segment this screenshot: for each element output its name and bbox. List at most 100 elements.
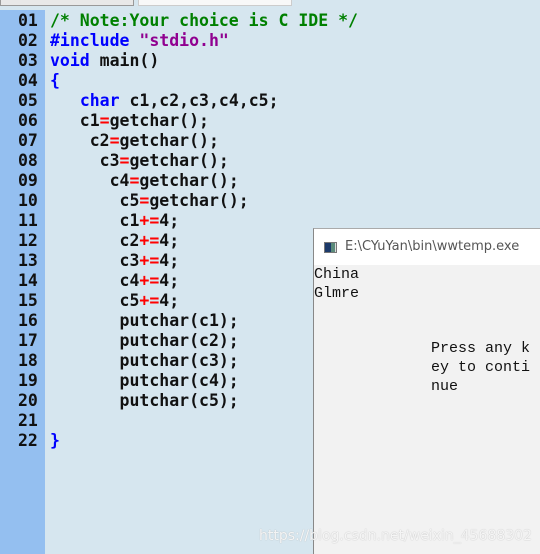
code-token-keyword: }: [50, 431, 60, 450]
line-number: 12: [18, 231, 38, 250]
line-number: 10: [18, 191, 38, 210]
code-line[interactable]: 14 c4+=4;: [0, 271, 313, 291]
code-token-normal: c4: [50, 171, 130, 190]
code-token-normal: getchar();: [139, 171, 239, 190]
code-token-normal: 4;: [159, 271, 180, 290]
code-line[interactable]: 10 c5=getchar();: [0, 191, 313, 211]
code-token-normal: c1: [50, 111, 100, 130]
editor-tab[interactable]: [0, 0, 134, 6]
code-line[interactable]: 12 c2+=4;: [0, 231, 313, 251]
code-line[interactable]: 19 putchar(c4);: [0, 371, 313, 391]
line-number: 08: [18, 151, 38, 170]
code-token-normal: c1,c2,c3,c4,c5;: [119, 91, 279, 110]
line-number: 19: [18, 371, 38, 390]
code-editor[interactable]: 01 /* Note:Your choice is C IDE */ 02 #incl…: [0, 11, 358, 451]
console-title-bar[interactable]: E:\CYuYan\bin\wwtemp.exe: [314, 229, 540, 265]
line-number: 17: [18, 331, 38, 350]
code-token-normal: putchar(c3);: [50, 351, 239, 370]
code-line[interactable]: 15 c5+=4;: [0, 291, 313, 311]
code-token-normal: c5: [50, 291, 140, 310]
code-token-normal: c1: [50, 211, 140, 230]
line-number: 02: [18, 31, 38, 50]
console-prompt: Press any key to continue: [431, 340, 531, 395]
code-line[interactable]: 17 putchar(c2);: [0, 331, 313, 351]
code-line[interactable]: 05 char c1,c2,c3,c4,c5;: [0, 91, 313, 111]
line-number: 06: [18, 111, 38, 130]
code-line[interactable]: 08 c3=getchar();: [0, 151, 313, 171]
code-line[interactable]: 11 c1+=4;: [0, 211, 313, 231]
code-token-normal: getchar();: [109, 111, 209, 130]
code-line[interactable]: 03 void main(): [0, 51, 313, 71]
line-number: 20: [18, 391, 38, 410]
code-token-op: +=: [139, 231, 160, 250]
code-line[interactable]: 04 {: [0, 71, 313, 91]
line-text: putchar(c2);: [50, 331, 239, 351]
line-text: void main(): [50, 51, 159, 71]
line-text: c3+=4;: [50, 251, 180, 271]
line-number: 21: [18, 411, 38, 430]
line-number: 05: [18, 91, 38, 110]
code-line[interactable]: 13 c3+=4;: [0, 251, 313, 271]
watermark: https://blog.csdn.net/weixin_45688302: [258, 528, 532, 544]
code-token-op: =: [99, 111, 110, 130]
code-token-normal: 4;: [159, 231, 180, 250]
code-line[interactable]: 21: [0, 411, 313, 431]
code-token-string: "stdio.h": [139, 31, 229, 50]
line-number: 03: [18, 51, 38, 70]
editor-tab[interactable]: [138, 0, 292, 6]
line-text: putchar(c3);: [50, 351, 239, 371]
code-line[interactable]: 02 #include "stdio.h": [0, 31, 313, 51]
console-app-icon: [324, 241, 337, 253]
code-token-normal: c2: [50, 131, 110, 150]
code-token-keyword: char: [79, 91, 120, 110]
code-token-op: +=: [139, 211, 160, 230]
code-line[interactable]: 16 putchar(c1);: [0, 311, 313, 331]
line-number: 13: [18, 251, 38, 270]
code-token-op: +=: [139, 251, 160, 270]
console-output-line: China: [314, 266, 360, 283]
code-token-normal: c4: [50, 271, 140, 290]
code-line[interactable]: 18 putchar(c3);: [0, 351, 313, 371]
code-token-normal: putchar(c5);: [50, 391, 239, 410]
code-token-normal: getchar();: [119, 131, 219, 150]
line-text: c4=getchar();: [50, 171, 239, 191]
code-token-keyword: void: [50, 51, 90, 70]
code-token-normal: c5: [50, 191, 140, 210]
code-token-normal: c3: [50, 251, 140, 270]
code-line[interactable]: 22}: [0, 431, 313, 451]
line-text: c2=getchar();: [50, 131, 219, 151]
line-number: 04: [18, 71, 38, 90]
line-text: c5+=4;: [50, 291, 180, 311]
line-text: c1+=4;: [50, 211, 180, 231]
line-text: char c1,c2,c3,c4,c5;: [50, 91, 279, 111]
code-token-normal: putchar(c4);: [50, 371, 239, 390]
line-text: }: [50, 431, 60, 451]
line-number: 09: [18, 171, 38, 190]
code-token-normal: putchar(c1);: [50, 311, 239, 330]
line-text: c1=getchar();: [50, 111, 209, 131]
code-token-normal: getchar();: [149, 191, 249, 210]
code-line[interactable]: 06 c1=getchar();: [0, 111, 313, 131]
code-token-op: =: [119, 151, 130, 170]
code-line[interactable]: 07 c2=getchar();: [0, 131, 313, 151]
line-text: putchar(c1);: [50, 311, 239, 331]
code-token-op: =: [129, 171, 140, 190]
console-window[interactable]: E:\CYuYan\bin\wwtemp.exe China Glmre Pres…: [313, 228, 540, 554]
line-number: 18: [18, 351, 38, 370]
code-token-normal: putchar(c2);: [50, 331, 239, 350]
code-token-normal: c3: [50, 151, 120, 170]
console-title: E:\CYuYan\bin\wwtemp.exe: [345, 239, 520, 254]
console-output-line: Glmre: [314, 285, 360, 302]
line-text: /* Note:Your choice is C IDE */: [50, 11, 358, 31]
line-text: c4+=4;: [50, 271, 180, 291]
code-token-normal: main(): [89, 51, 160, 70]
code-token-op: +=: [139, 271, 160, 290]
code-line[interactable]: 01 /* Note:Your choice is C IDE */: [0, 11, 358, 31]
code-token-normal: 4;: [159, 291, 180, 310]
code-line[interactable]: 09 c4=getchar();: [0, 171, 313, 191]
line-number: 16: [18, 311, 38, 330]
code-token-op: +=: [139, 291, 160, 310]
code-line[interactable]: 20 putchar(c5);: [0, 391, 313, 411]
code-token-op: =: [139, 191, 150, 210]
code-token-normal: 4;: [159, 251, 180, 270]
